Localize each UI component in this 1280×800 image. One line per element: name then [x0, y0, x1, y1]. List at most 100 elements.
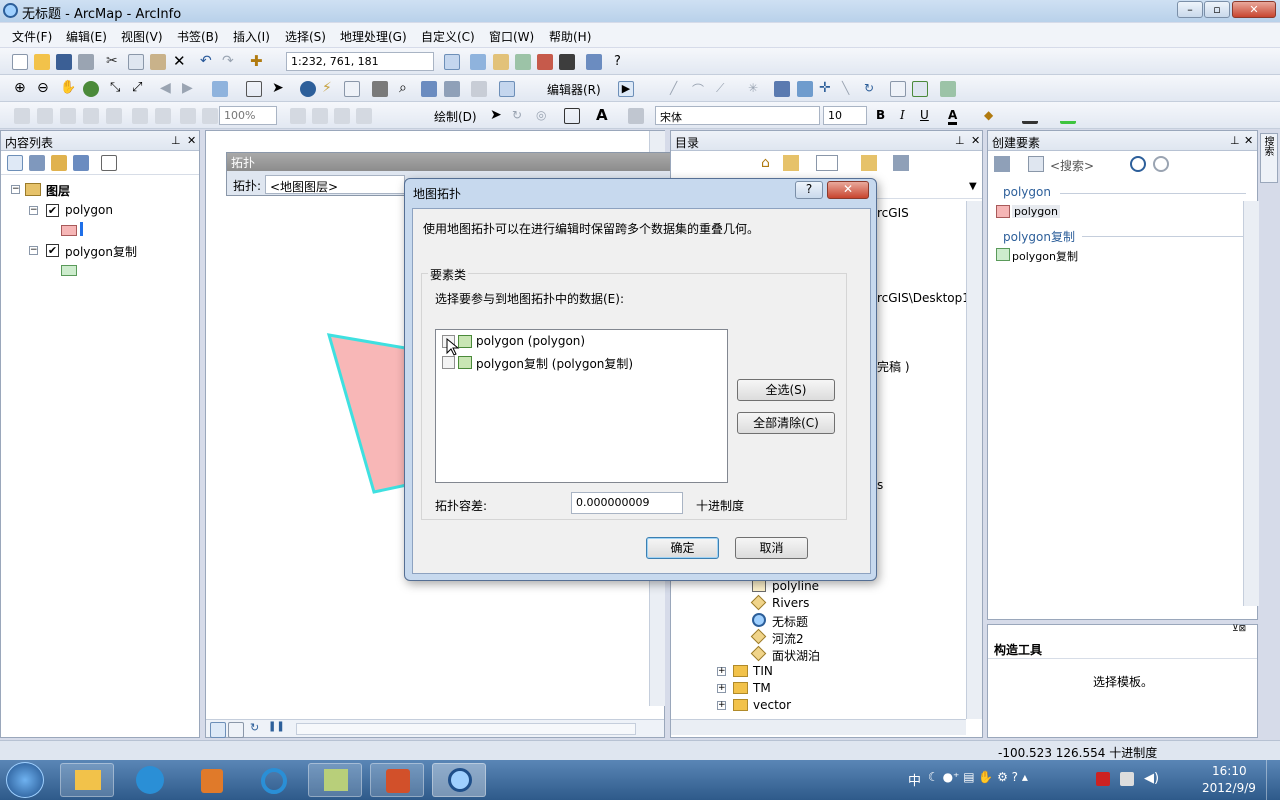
print-icon[interactable]: [78, 54, 94, 70]
menu-file[interactable]: 文件(F): [12, 28, 52, 45]
map-scale-field[interactable]: 1:232, 761, 181: [286, 52, 434, 71]
straight-segment-icon[interactable]: ╱: [670, 81, 686, 97]
ok-button[interactable]: 确定: [646, 537, 719, 559]
menu-insert[interactable]: 插入(I): [233, 28, 270, 45]
catalog-folder-tin[interactable]: TIN: [753, 664, 773, 678]
toggle-draft-icon[interactable]: [290, 108, 306, 124]
menu-windows[interactable]: 窗口(W): [489, 28, 534, 45]
collapse-layers-icon[interactable]: −: [11, 185, 20, 194]
expand-tin-icon[interactable]: +: [717, 667, 726, 676]
pin-icon[interactable]: ⊥: [171, 134, 181, 147]
edit-tool-icon[interactable]: ▶: [618, 81, 634, 97]
start-button[interactable]: [6, 762, 44, 798]
go-to-xy-icon[interactable]: [444, 81, 460, 97]
menu-select[interactable]: 选择(S): [285, 28, 326, 45]
menu-geoprocessing[interactable]: 地理处理(G): [340, 28, 407, 45]
side-search-tab[interactable]: 搜索: [1260, 133, 1278, 183]
create-viewer-icon[interactable]: [499, 81, 515, 97]
arctoolbox-icon[interactable]: [537, 54, 553, 70]
fixed-zoom-out-icon[interactable]: ⤢: [132, 81, 148, 97]
close-window-button[interactable]: ✕: [1232, 1, 1276, 18]
cut-polygons-icon[interactable]: ✛: [819, 81, 835, 97]
table-of-contents-icon[interactable]: [470, 54, 486, 70]
tray-icons[interactable]: ☾ ●⁺ ▤ ✋ ⚙ ? ▴: [928, 770, 1078, 788]
pan-icon[interactable]: ✋: [60, 81, 76, 97]
catalog-pin-icon[interactable]: ⊥: [955, 134, 965, 147]
collapse-polygon-copy-icon[interactable]: −: [29, 246, 38, 255]
add-data-icon[interactable]: ✚: [250, 54, 266, 70]
back-extent-icon[interactable]: ◀: [160, 81, 176, 97]
draw-menu[interactable]: 绘制(D): [434, 108, 477, 125]
text-icon[interactable]: A: [596, 108, 612, 124]
end-point-arc-icon[interactable]: ⌒: [692, 81, 708, 97]
catalog-item-polyline[interactable]: polyline: [772, 579, 819, 593]
split-tool-icon[interactable]: ✳: [748, 81, 764, 97]
select-elements-icon[interactable]: ➤: [272, 81, 288, 97]
flag-icon[interactable]: [1096, 772, 1110, 786]
attributes-icon[interactable]: [890, 81, 906, 97]
undo-icon[interactable]: ↶: [200, 54, 216, 70]
add-folder-icon[interactable]: [861, 155, 877, 171]
catalog-folder-vector[interactable]: vector: [753, 698, 791, 712]
feature-class-polygon-copy[interactable]: polygon复制 (polygon复制): [476, 355, 633, 372]
italic-button[interactable]: I: [900, 108, 905, 122]
template-polygon-copy[interactable]: polygon复制: [1012, 248, 1078, 264]
catalog-toggle-icon[interactable]: [893, 155, 909, 171]
menu-view[interactable]: 视图(V): [121, 28, 163, 45]
ime-indicator[interactable]: 中: [908, 770, 921, 789]
create-features-pin-icon[interactable]: ⊥: [1230, 134, 1240, 147]
layout-forward-icon[interactable]: [202, 108, 218, 124]
new-document-icon[interactable]: [12, 54, 28, 70]
collapse-polygon-icon[interactable]: −: [29, 206, 38, 215]
search-icon[interactable]: [1130, 156, 1146, 172]
full-extent-icon[interactable]: [83, 81, 99, 97]
catalog-close-icon[interactable]: ✕: [971, 134, 980, 147]
network-icon[interactable]: [1120, 772, 1134, 786]
polygon-visibility-checkbox[interactable]: ✔: [46, 204, 59, 217]
select-all-button[interactable]: 全选(S): [737, 379, 835, 401]
search-templates-field[interactable]: <搜索>: [1050, 157, 1094, 174]
dialog-close-button[interactable]: ✕: [827, 181, 869, 199]
data-driven-pages-icon[interactable]: [356, 108, 372, 124]
model-builder-icon[interactable]: [586, 54, 602, 70]
catalog-item-untitled[interactable]: 无标题: [772, 613, 808, 630]
font-name-field[interactable]: 宋体: [655, 106, 820, 125]
rectangle-icon[interactable]: [564, 108, 580, 124]
data-view-icon[interactable]: [210, 722, 226, 738]
layout-zoom-in-icon[interactable]: [14, 108, 30, 124]
zoom-to-selected-icon[interactable]: ◎: [536, 108, 552, 124]
marker-icon[interactable]: [628, 108, 644, 124]
whats-this-icon[interactable]: ?: [614, 54, 630, 70]
measure-icon[interactable]: [372, 81, 388, 97]
map-horizontal-scrollbar[interactable]: [296, 723, 636, 735]
layout-fixed-zoom-in-icon[interactable]: [132, 108, 148, 124]
paste-icon[interactable]: [150, 54, 166, 70]
feature-class-checkbox-polygon-copy[interactable]: [442, 356, 455, 369]
clock-time[interactable]: 16:10: [1212, 764, 1247, 778]
forward-extent-icon[interactable]: ▶: [182, 81, 198, 97]
layout-fixed-zoom-out-icon[interactable]: [155, 108, 171, 124]
identify-icon[interactable]: [300, 81, 316, 97]
feature-class-polygon[interactable]: polygon (polygon): [476, 334, 585, 348]
maximize-button[interactable]: ▫: [1204, 1, 1230, 18]
template-polygon[interactable]: polygon: [1012, 205, 1060, 218]
find-route-icon[interactable]: [421, 81, 437, 97]
trace-icon[interactable]: ⟋: [716, 81, 732, 97]
toc-close-icon[interactable]: ✕: [187, 134, 196, 147]
layout-view-icon[interactable]: [228, 722, 244, 738]
sketch-properties-icon[interactable]: [912, 81, 928, 97]
polygon-copy-symbol-swatch[interactable]: [61, 265, 77, 276]
line-color-icon[interactable]: [1022, 108, 1038, 124]
polygon-copy-visibility-checkbox[interactable]: ✔: [46, 244, 59, 257]
layout-pan-icon[interactable]: [60, 108, 76, 124]
list-by-drawing-order-icon[interactable]: [7, 155, 23, 171]
menu-edit[interactable]: 编辑(E): [66, 28, 107, 45]
save-icon[interactable]: [56, 54, 72, 70]
polygon-symbol-swatch[interactable]: [61, 225, 77, 236]
minimize-button[interactable]: –: [1177, 1, 1203, 18]
media-player-taskbar-icon[interactable]: [184, 763, 238, 797]
layer-polygon-copy-label[interactable]: polygon复制: [65, 243, 137, 260]
powerpoint-taskbar-icon[interactable]: [370, 763, 424, 797]
zoom-out-icon[interactable]: ⊖: [37, 81, 53, 97]
delete-icon[interactable]: ✕: [173, 54, 189, 70]
